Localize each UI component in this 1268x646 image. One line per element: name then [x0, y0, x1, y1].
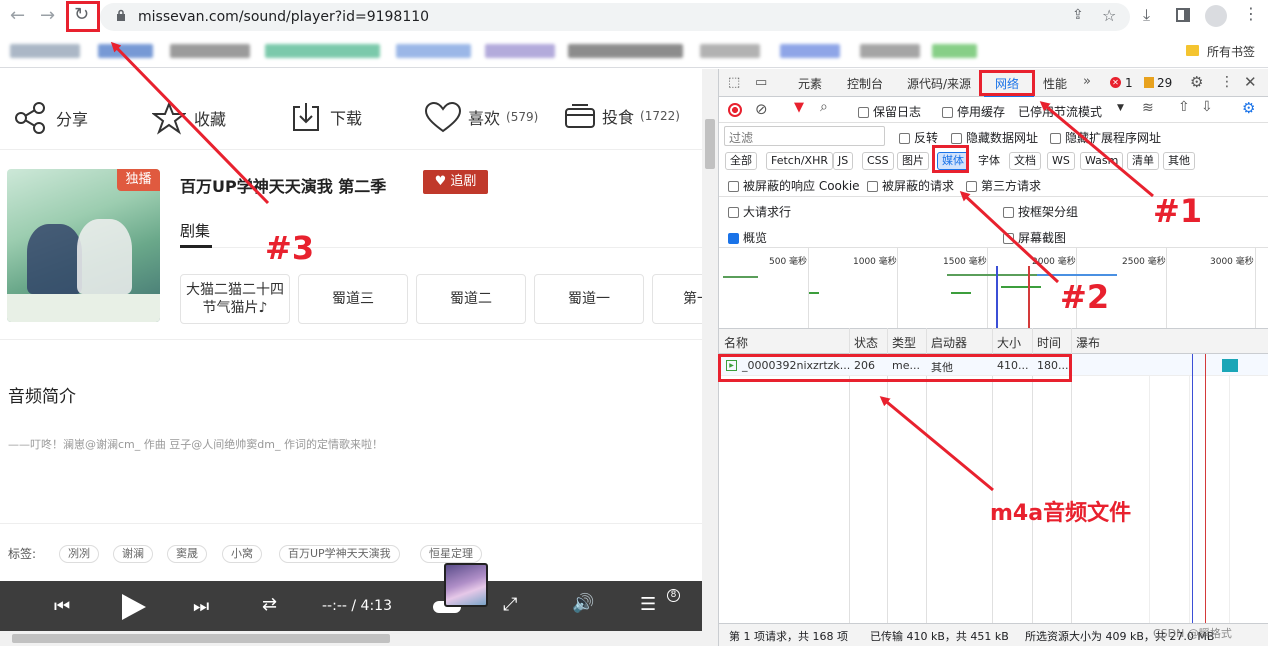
arrow-1 [1039, 101, 1154, 198]
annotation-label-3: #3 [265, 229, 315, 267]
arrow-2 [959, 190, 1060, 284]
annotation-arrows [110, 41, 1154, 492]
annotation-label-2: #2 [1060, 278, 1110, 316]
arrow-m4a [879, 396, 994, 492]
annotation-label-1: #1 [1153, 192, 1203, 230]
annotation-m4a-label: m4a音频文件 [990, 501, 1132, 526]
arrow-3 [110, 41, 270, 205]
